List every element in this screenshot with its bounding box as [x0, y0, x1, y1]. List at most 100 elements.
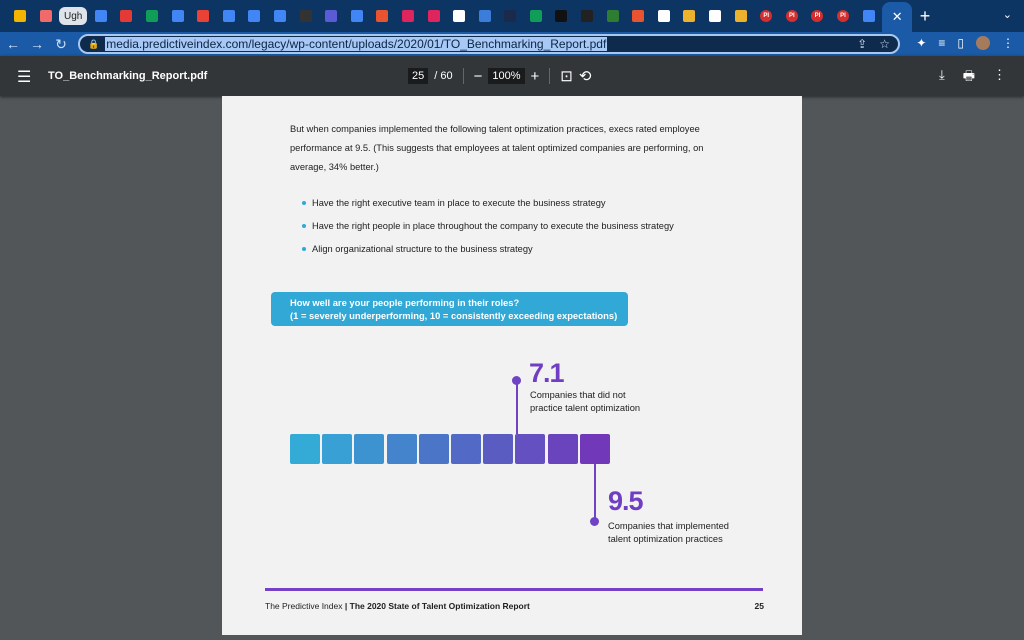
avatar[interactable]: [976, 36, 990, 50]
marker-dot-9-5: [590, 517, 599, 526]
tab[interactable]: [396, 4, 420, 28]
tab[interactable]: [422, 4, 446, 28]
bullet-item: Align organizational structure to the bu…: [302, 240, 533, 259]
tab[interactable]: [677, 4, 701, 28]
tab[interactable]: [140, 4, 164, 28]
download-icon[interactable]: ⤓: [939, 67, 945, 89]
label-line: practice talent optimization: [530, 403, 641, 413]
google-docs-icon: [222, 10, 235, 22]
footer-brand: The Predictive Index: [265, 601, 343, 611]
pdf-toolbar: ☰ TO_Benchmarking_Report.pdf 25 / 60 − 1…: [0, 56, 1024, 96]
reading-list-icon[interactable]: ≡: [938, 36, 945, 50]
marker-line-7-1: [516, 380, 518, 434]
tab[interactable]: [729, 4, 753, 28]
zoom-in-button[interactable]: +: [531, 68, 540, 85]
tab[interactable]: [524, 4, 548, 28]
tab[interactable]: [34, 4, 58, 28]
tab[interactable]: PI: [780, 4, 804, 28]
tab[interactable]: PI: [805, 4, 829, 28]
more-options-icon[interactable]: ⋮: [993, 67, 1006, 89]
footer-separator: |: [344, 601, 348, 611]
dots-icon: [401, 10, 414, 22]
address-bar[interactable]: 🔒 media.predictiveindex.com/legacy/wp-co…: [78, 34, 900, 54]
tab[interactable]: [217, 4, 241, 28]
tab[interactable]: [319, 4, 343, 28]
tab[interactable]: [857, 4, 881, 28]
more-menu-icon[interactable]: ⋮: [1002, 36, 1014, 50]
menu-icon[interactable]: ☰: [17, 67, 31, 87]
tab[interactable]: [703, 4, 727, 28]
bullet-item: Have the right executive team in place t…: [302, 194, 606, 213]
tab[interactable]: [191, 4, 215, 28]
google-icon: [657, 10, 670, 22]
active-tab-close-button[interactable]: ✕: [882, 2, 913, 32]
tab[interactable]: [370, 4, 394, 28]
google-docs-icon: [94, 10, 107, 22]
extensions-icon[interactable]: ✦: [916, 36, 926, 50]
label-line: Companies that implemented: [608, 521, 729, 531]
tab[interactable]: [242, 4, 266, 28]
google-drive-icon: [145, 10, 158, 22]
tab[interactable]: [268, 4, 292, 28]
divider: [549, 68, 551, 84]
print-icon[interactable]: 🖶: [963, 67, 975, 89]
tab[interactable]: [8, 4, 32, 28]
tab-search-chevron-icon[interactable]: ⌄: [1003, 8, 1012, 21]
slack-icon: [683, 10, 696, 22]
value-no-practice: 7.1: [529, 358, 565, 388]
tab-strip: Ugh PI PI PI PI ✕ +: [0, 0, 1024, 32]
dots-icon: [427, 10, 440, 22]
rl-icon: [555, 10, 568, 22]
footer-rule: [265, 588, 763, 591]
tab-ugh[interactable]: Ugh: [59, 7, 88, 25]
pdf-page: But when companies implemented the follo…: [222, 96, 802, 635]
pi-icon: PI: [760, 10, 773, 22]
tab[interactable]: [294, 4, 318, 28]
marker-dot-7-1: [512, 376, 521, 385]
forward-button[interactable]: →: [26, 36, 48, 52]
tab[interactable]: [473, 4, 497, 28]
tab[interactable]: [166, 4, 190, 28]
google-docs-icon: [350, 10, 363, 22]
pi-icon: PI: [837, 10, 849, 22]
tab[interactable]: PI: [831, 4, 855, 28]
bookmark-star-icon[interactable]: ☆: [879, 37, 890, 51]
share-icon[interactable]: ⇪: [857, 37, 867, 51]
label-line: talent optimization practices: [608, 534, 723, 544]
body-paragraph: But when companies implemented the follo…: [290, 124, 704, 172]
gear-icon: [325, 10, 338, 22]
tab[interactable]: [447, 4, 471, 28]
slack-icon: [734, 10, 747, 22]
scale-square-2: [322, 434, 353, 464]
new-tab-button[interactable]: +: [920, 6, 931, 27]
back-button[interactable]: ←: [2, 36, 24, 52]
tab[interactable]: [549, 4, 573, 28]
tab[interactable]: [626, 4, 650, 28]
tab[interactable]: [575, 4, 599, 28]
tab[interactable]: [114, 4, 138, 28]
lock-icon[interactable]: 🔒: [88, 39, 99, 50]
tab[interactable]: PI: [754, 4, 778, 28]
page-total: / 60: [434, 70, 453, 82]
reload-button[interactable]: ↻: [50, 36, 72, 53]
divider: [462, 68, 464, 84]
zoom-out-button[interactable]: −: [474, 68, 483, 85]
url-text[interactable]: media.predictiveindex.com/legacy/wp-cont…: [105, 37, 608, 51]
tab[interactable]: [601, 4, 625, 28]
x-logo-icon: [504, 10, 517, 22]
google-docs-icon: [862, 10, 875, 22]
rotate-icon[interactable]: ⟲: [579, 67, 592, 85]
page-number-input[interactable]: 25: [408, 68, 429, 84]
question-scale: (1 = severely underperforming, 10 = cons…: [290, 310, 618, 321]
fit-page-icon[interactable]: ⊡: [560, 67, 573, 85]
tab[interactable]: [89, 4, 113, 28]
side-panel-icon[interactable]: ▯: [957, 36, 964, 50]
tab[interactable]: [345, 4, 369, 28]
google-drive-icon: [14, 10, 26, 22]
diamond-icon: [581, 10, 594, 22]
tab[interactable]: [498, 4, 522, 28]
navigation-bar: ← → ↻ 🔒 media.predictiveindex.com/legacy…: [0, 32, 1024, 56]
marker-line-9-5: [594, 464, 596, 521]
tab[interactable]: [652, 4, 676, 28]
zoom-input[interactable]: 100%: [488, 68, 525, 84]
